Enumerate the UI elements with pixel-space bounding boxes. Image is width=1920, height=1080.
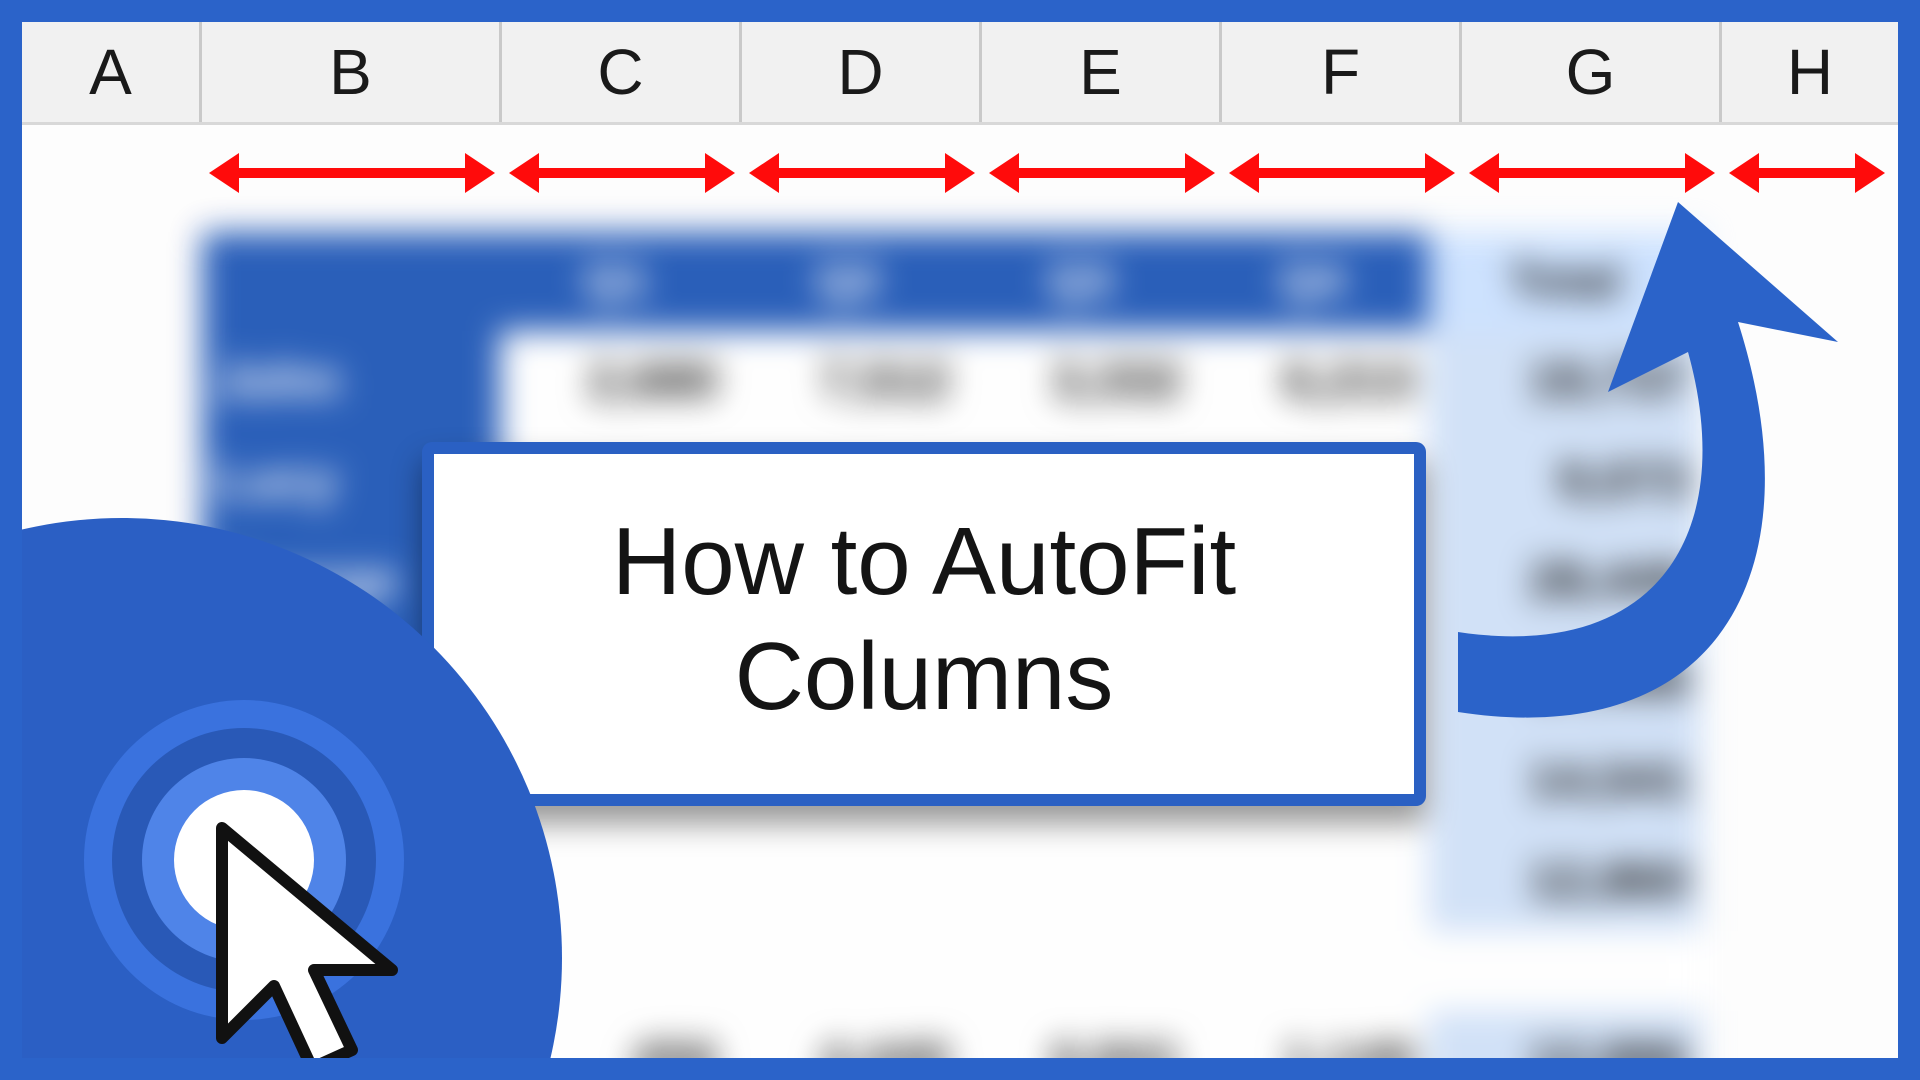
column-header-g[interactable]: G — [1462, 22, 1722, 122]
cursor-icon — [202, 818, 422, 1058]
table-header: Q3 — [964, 232, 1196, 331]
column-header-f[interactable]: F — [1222, 22, 1462, 122]
column-header-row: A B C D E F G H — [22, 22, 1898, 125]
resize-arrow-icon — [1497, 168, 1687, 178]
title-line-1: How to AutoFit — [474, 504, 1374, 619]
column-header-e[interactable]: E — [982, 22, 1222, 122]
resize-arrow-icon — [777, 168, 947, 178]
resize-arrow-icon — [537, 168, 707, 178]
spreadsheet-frame: A B C D E F G H Q1 Q2 Q3 Q4 Total — [22, 22, 1898, 1058]
resize-arrow-icon — [1017, 168, 1187, 178]
resize-arrow-icon — [237, 168, 467, 178]
resize-arrow-icon — [1257, 168, 1427, 178]
column-header-a[interactable]: A — [22, 22, 202, 122]
table-header: Q2 — [732, 232, 964, 331]
resize-arrow-icon — [1757, 168, 1857, 178]
column-header-d[interactable]: D — [742, 22, 982, 122]
column-header-b[interactable]: B — [202, 22, 502, 122]
title-card: How to AutoFit Columns — [422, 442, 1426, 806]
table-header — [202, 232, 500, 331]
table-header: Q1 — [500, 232, 732, 331]
column-header-h[interactable]: H — [1722, 22, 1898, 122]
column-header-c[interactable]: C — [502, 22, 742, 122]
title-line-2: Columns — [474, 619, 1374, 734]
